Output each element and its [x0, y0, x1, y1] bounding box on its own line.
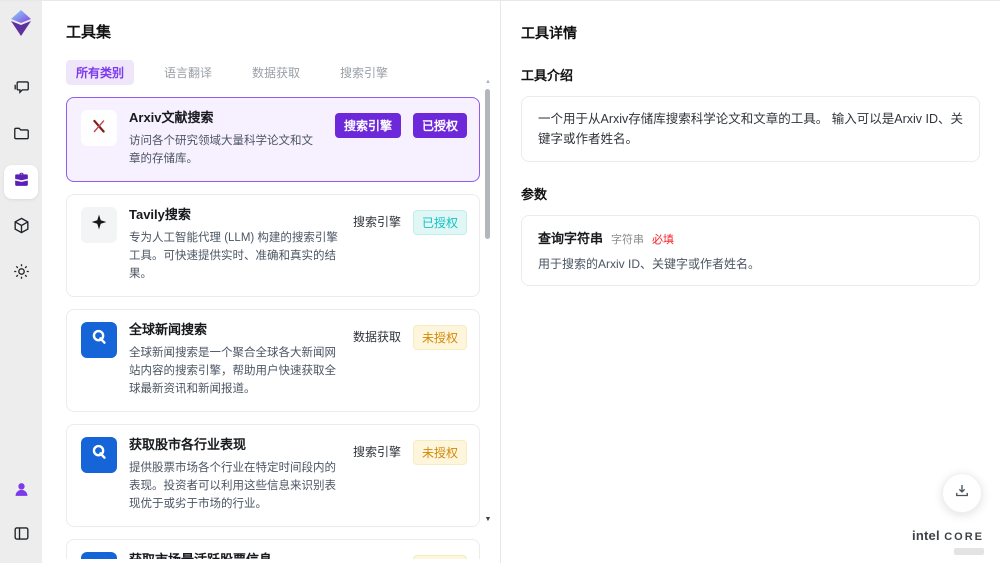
sidebar-item-packages[interactable]: [4, 211, 38, 245]
tool-name: Tavily搜索: [129, 206, 191, 222]
param-description: 用于搜索的Arxiv ID、关键字或作者姓名。: [538, 257, 761, 271]
sidebar-bottom: [4, 475, 38, 553]
tool-card[interactable]: Arxiv文献搜索 访问各个研究领域大量科学论文和文章的存储库。 搜索引擎 已授…: [66, 97, 480, 182]
tool-name: Arxiv文献搜索: [129, 110, 214, 125]
intel-core-logo: intel CORE: [912, 527, 984, 555]
sidebar-nav: [4, 73, 38, 291]
sidebar-item-files[interactable]: [4, 119, 38, 153]
tool-description: 访问各个研究领域大量科学论文和文章的存储库。: [129, 134, 313, 166]
page-title: 工具集: [66, 24, 112, 41]
tool-description: 提供股票市场各个行业在特定时间段内的表现。投资者可以利用这些信息来识别表现优于或…: [129, 461, 336, 511]
sidebar-item-account[interactable]: [4, 475, 38, 509]
param-type: 字符串: [611, 234, 645, 246]
chat-icon: [12, 78, 31, 102]
tool-icon: [81, 321, 117, 358]
tool-description: 全球新闻搜索是一个聚合全球各大新闻网站内容的搜索引擎，帮助用户快速获取全球最新资…: [129, 346, 336, 396]
search-app-icon: [88, 556, 110, 559]
tool-description: 专为人工智能代理 (LLM) 构建的搜索引擎工具。可快速提供实时、准确和真实的结…: [129, 231, 338, 281]
category-tag: 搜索引擎: [352, 214, 401, 229]
sidebar-collapse-button[interactable]: [4, 519, 38, 553]
category-tag: 搜索引擎: [353, 555, 401, 559]
collapse-sidebar-icon: [12, 524, 31, 548]
auth-status-badge: 未授权: [412, 324, 467, 350]
sidebar-item-chat[interactable]: [4, 73, 38, 107]
auth-status-badge: 未授权: [412, 554, 467, 559]
param-required-badge: 必填: [652, 234, 675, 246]
category-tab[interactable]: 数据获取: [242, 60, 310, 85]
list-scrollbar[interactable]: ▲ ▼: [484, 77, 492, 555]
auth-status-badge: 已授权: [412, 113, 467, 138]
tool-detail-pane: 工具详情 工具介绍 一个用于从Arxiv存储库搜索科学论文和文章的工具。 输入可…: [500, 1, 1000, 563]
tool-list-pane: 工具集 所有类别 语言翻译 数据获取 搜索引擎 Arxiv文献搜索 访问各个研究领域大…: [42, 1, 500, 563]
tool-name: 获取股市各行业表现: [129, 436, 247, 452]
tool-icon: [81, 110, 117, 146]
intro-heading: 工具介绍: [521, 68, 574, 83]
category-tab[interactable]: 所有类别: [66, 60, 135, 85]
settings-icon: [12, 262, 31, 286]
toolbox-icon: [12, 170, 31, 194]
tool-icon: [81, 206, 117, 243]
tool-card[interactable]: 获取股市各行业表现 提供股票市场各个行业在特定时间段内的表现。投资者可以利用这些…: [66, 423, 480, 527]
category-tabs: 所有类别 语言翻译 数据获取 搜索引擎: [66, 60, 500, 85]
category-tag: 数据获取: [352, 329, 401, 344]
param-name: 查询字符串: [538, 231, 604, 246]
arxiv-logo-icon: [88, 115, 110, 142]
detail-title: 工具详情: [521, 25, 577, 41]
icon-sidebar: [0, 1, 42, 563]
search-app-icon: [88, 326, 110, 353]
sidebar-item-settings[interactable]: [4, 257, 38, 291]
scroll-up-arrow[interactable]: ▲: [484, 79, 492, 85]
param-box: 查询字符串 字符串 必填 用于搜索的Arxiv ID、关键字或作者姓名。: [521, 215, 980, 286]
sparkle-icon: [88, 211, 110, 238]
tool-name: 全球新闻搜索: [129, 321, 208, 337]
tool-name: 获取市场最活跃股票信息: [129, 552, 341, 559]
intro-box: 一个用于从Arxiv存储库搜索科学论文和文章的工具。 输入可以是Arxiv ID…: [521, 96, 980, 162]
scroll-down-arrow[interactable]: ▼: [484, 516, 492, 523]
tool-card[interactable]: Tavily搜索 专为人工智能代理 (LLM) 构建的搜索引擎工具。可快速提供实…: [66, 193, 480, 297]
search-app-icon: [88, 441, 110, 468]
app-logo-icon: [7, 9, 35, 37]
download-icon: [953, 482, 971, 505]
ultra-badge-bar: [954, 548, 984, 555]
download-button[interactable]: [942, 473, 982, 513]
category-tab[interactable]: 语言翻译: [154, 60, 222, 85]
core-wordmark: CORE: [944, 531, 984, 543]
sidebar-item-tools[interactable]: [4, 165, 38, 199]
intel-wordmark: intel: [912, 528, 940, 543]
category-tab[interactable]: 搜索引擎: [330, 60, 398, 85]
params-heading: 参数: [521, 187, 548, 202]
intro-text: 一个用于从Arxiv存储库搜索科学论文和文章的工具。 输入可以是Arxiv ID…: [538, 112, 964, 146]
tool-list: Arxiv文献搜索 访问各个研究领域大量科学论文和文章的存储库。 搜索引擎 已授…: [66, 97, 480, 559]
tool-card[interactable]: 获取市场最活跃股票信息 提供当天交易量最高的股票列表。投资者可以利用这些信息来识…: [66, 538, 480, 559]
tool-icon: [81, 551, 117, 559]
folder-icon: [12, 124, 31, 148]
category-tag: 搜索引擎: [334, 113, 401, 138]
package-icon: [12, 216, 31, 240]
app-window: 工具集 所有类别 语言翻译 数据获取 搜索引擎 Arxiv文献搜索 访问各个研究领域大…: [0, 0, 1000, 563]
tool-icon: [81, 436, 117, 473]
auth-status-badge: 未授权: [412, 439, 467, 465]
category-tag: 搜索引擎: [352, 444, 401, 459]
user-icon: [12, 480, 31, 504]
scrollbar-thumb[interactable]: [485, 89, 490, 239]
auth-status-badge: 已授权: [412, 209, 467, 235]
tool-card[interactable]: 全球新闻搜索 全球新闻搜索是一个聚合全球各大新闻网站内容的搜索引擎，帮助用户快速…: [66, 308, 480, 412]
